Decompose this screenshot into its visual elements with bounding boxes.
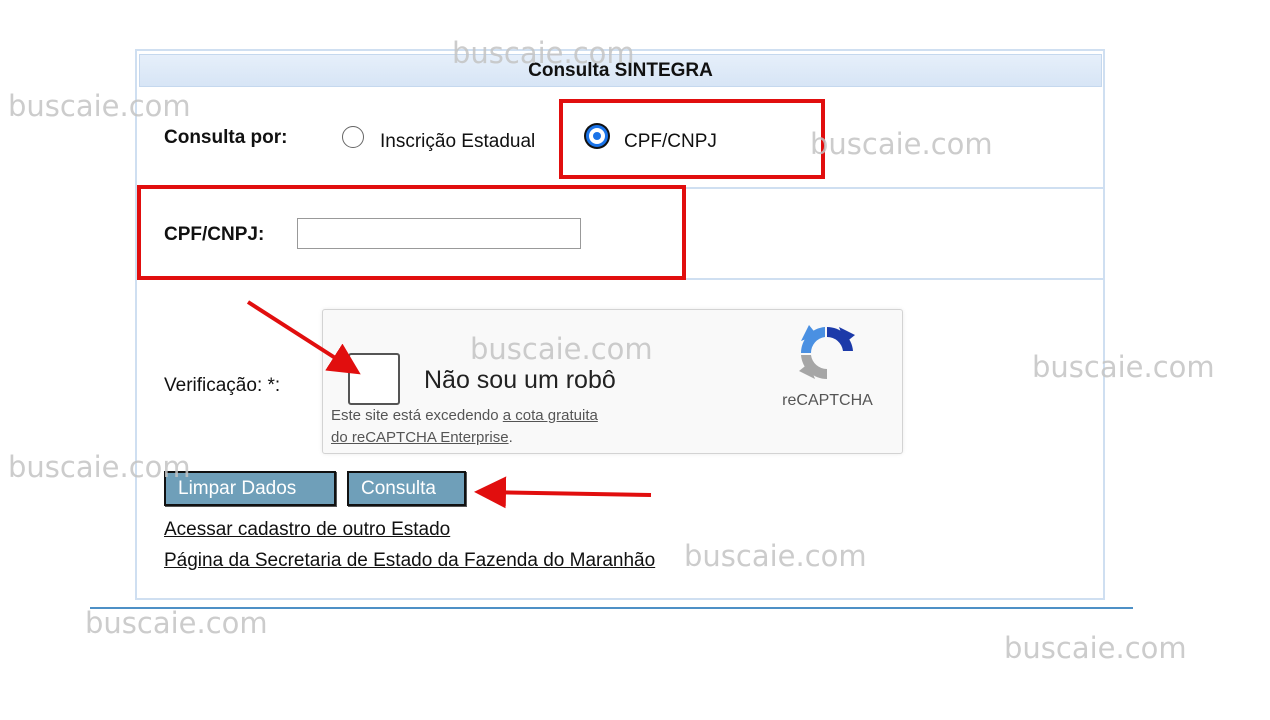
annotation-arrows bbox=[246, 300, 652, 509]
arrow-to-consulta-button bbox=[474, 476, 652, 509]
arrow-to-recaptcha bbox=[246, 300, 361, 375]
